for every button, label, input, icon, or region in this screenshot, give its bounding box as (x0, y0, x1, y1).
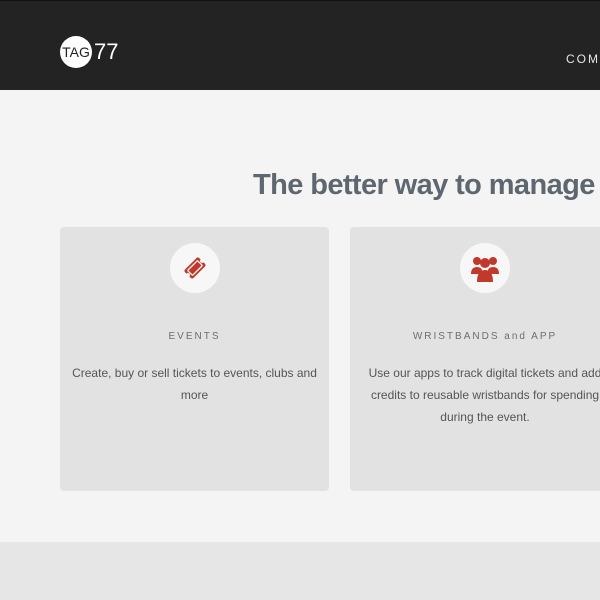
wristbands-card-description: Use our apps to track digital tickets an… (368, 366, 600, 424)
top-navigation-bar: TAG 77 COM (0, 0, 600, 91)
events-card: EVENTS Create, buy or sell tickets to ev… (60, 227, 329, 491)
wristbands-icon-circle (460, 243, 510, 293)
logo-badge: TAG (60, 36, 92, 68)
nav-link-com[interactable]: COM (566, 52, 600, 66)
wristbands-card: WRISTBANDS and APP Use our apps to track… (350, 227, 600, 491)
page-headline: The better way to manage events (253, 169, 600, 202)
ticket-icon (184, 257, 206, 279)
logo-number: 77 (94, 39, 119, 64)
events-icon-circle (170, 243, 220, 293)
events-card-description: Create, buy or sell tickets to events, c… (72, 366, 317, 402)
footer-band (0, 542, 600, 600)
brand-logo[interactable]: TAG 77 (60, 36, 118, 68)
wristbands-card-title: WRISTBANDS and APP (412, 331, 558, 342)
events-card-title: EVENTS (168, 331, 221, 342)
page: TAG 77 COM The better way to manage even… (0, 0, 600, 600)
group-people-icon (471, 257, 499, 282)
